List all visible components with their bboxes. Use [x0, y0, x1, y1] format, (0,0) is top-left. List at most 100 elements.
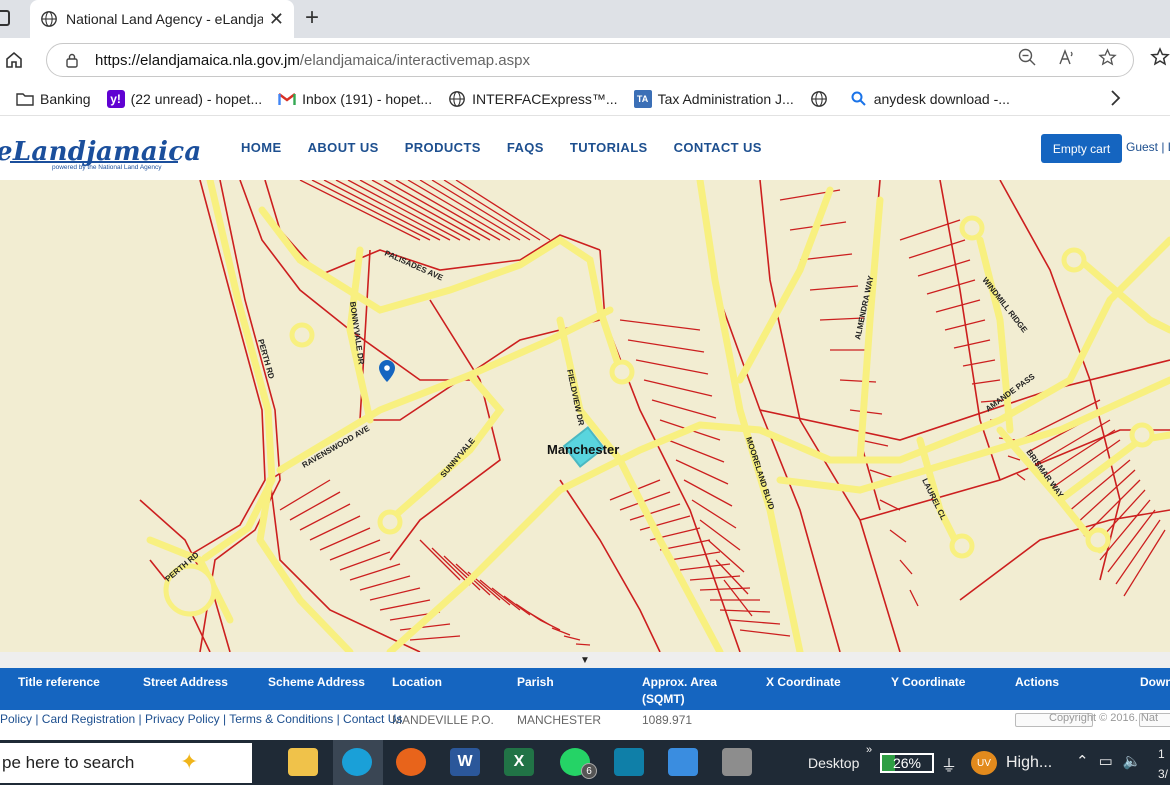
parcel-line: [953, 339, 991, 349]
edge-browser-icon[interactable]: [342, 748, 372, 776]
battery-indicator[interactable]: 26%: [880, 753, 934, 773]
bookmark-banking[interactable]: Banking: [16, 90, 91, 108]
col-scheme-address[interactable]: Scheme Address: [268, 674, 365, 691]
remote-app-icon[interactable]: [722, 748, 752, 776]
footer-links[interactable]: Policy | Card Registration | Privacy Pol…: [0, 712, 402, 726]
gmail-icon: [278, 92, 296, 105]
chevron-up-icon[interactable]: ⌃: [1076, 752, 1089, 770]
outlook-icon[interactable]: [614, 748, 644, 776]
cell-parish: MANCHESTER: [517, 713, 602, 727]
read-aloud-icon[interactable]: [1058, 48, 1076, 66]
home-icon[interactable]: [4, 50, 24, 70]
firefox-icon[interactable]: [396, 748, 426, 776]
col-parish[interactable]: Parish: [517, 674, 554, 691]
chevron-right-icon[interactable]: [1108, 88, 1122, 108]
parcel-line: [383, 180, 491, 241]
parcel-line: [739, 629, 791, 637]
pin-dot: [384, 365, 390, 371]
col-y-coordinate[interactable]: Y Coordinate: [891, 674, 965, 691]
whatsapp-badge: 6: [581, 763, 597, 779]
parcel-line: [349, 563, 401, 581]
tab-national-land-agency[interactable]: National Land Agency - eLandjam ✕: [30, 0, 294, 38]
parcel-line: [539, 619, 561, 631]
file-explorer-icon[interactable]: [288, 748, 318, 776]
empty-cart-button[interactable]: Empty cart: [1041, 134, 1122, 163]
bookmark-label: Tax Administration J...: [657, 90, 794, 107]
parcel-line: [683, 479, 733, 507]
favorite-star-icon[interactable]: [1098, 48, 1117, 67]
location-pin-icon[interactable]: [379, 360, 395, 382]
results-table-header: Title reference Street Address Scheme Ad…: [0, 668, 1170, 710]
parcel-line: [299, 180, 421, 241]
parcel-grid: [279, 180, 1166, 646]
col-location[interactable]: Location: [392, 674, 442, 691]
taskbar-search[interactable]: pe here to search ✦: [0, 743, 252, 783]
parcel-line: [962, 359, 996, 367]
clock[interactable]: 1 3/: [1158, 744, 1168, 784]
parcel-line: [809, 285, 859, 291]
user-links[interactable]: Guest | L: [1126, 140, 1170, 154]
bookmark-anydesk[interactable]: anydesk download -...: [850, 90, 1010, 108]
nav-home[interactable]: HOME: [241, 140, 282, 155]
interactive-map[interactable]: PALISADES AVE BONNYVALE DR PERTH RD RAVE…: [0, 180, 1170, 652]
nav-contact-us[interactable]: CONTACT US: [674, 140, 762, 155]
double-chevron-icon[interactable]: »: [866, 744, 872, 756]
parcel-line: [699, 519, 741, 551]
copilot-sparkle-icon[interactable]: ✦: [180, 749, 198, 775]
parcel-line: [651, 399, 717, 419]
clock-time: 1: [1158, 747, 1165, 761]
parcel-line: [908, 239, 966, 259]
parcel-line: [889, 529, 907, 543]
favorites-icon[interactable]: [1150, 47, 1170, 69]
lock-icon[interactable]: [65, 52, 79, 68]
map-canvas[interactable]: PALISADES AVE BONNYVALE DR PERTH RD RAVE…: [0, 180, 1170, 652]
results-toggle[interactable]: ▼: [0, 652, 1170, 668]
nav-products[interactable]: PRODUCTS: [405, 140, 481, 155]
parcel-line: [629, 503, 681, 521]
bookmark-interfacexpress[interactable]: INTERFACExpress™...: [448, 90, 618, 108]
search-placeholder: pe here to search: [2, 753, 135, 772]
parcel-line: [279, 479, 331, 511]
bookmark-yahoo-mail[interactable]: y! (22 unread) - hopet...: [106, 89, 262, 108]
url-bar[interactable]: https://elandjamaica.nla.gov.jm/elandjam…: [46, 43, 1134, 77]
parcel-line: [431, 547, 471, 586]
tab-actions-icon[interactable]: [0, 10, 10, 26]
desktop-label[interactable]: Desktop: [808, 755, 859, 771]
street-label-windmill: WINDMILL RIDGE: [980, 276, 1029, 335]
photos-icon[interactable]: [668, 748, 698, 776]
parcel-line: [359, 180, 471, 241]
col-actions: Actions: [1015, 675, 1060, 689]
parcel-line: [1083, 479, 1141, 537]
bookmark-gmail[interactable]: Inbox (191) - hopet...: [278, 90, 432, 108]
excel-icon[interactable]: X: [504, 748, 534, 776]
bookmark-tax-administration[interactable]: TA Tax Administration J...: [633, 89, 794, 108]
chevron-down-icon[interactable]: ▼: [580, 655, 590, 666]
network-icon[interactable]: ▭: [1099, 752, 1113, 770]
col-street-address[interactable]: Street Address: [143, 674, 228, 691]
parcel-line: [707, 539, 745, 573]
zoom-out-icon[interactable]: [1018, 48, 1036, 66]
nav-about-us[interactable]: ABOUT US: [308, 140, 379, 155]
close-tab-icon[interactable]: ✕: [269, 9, 284, 30]
clock-date: 3/: [1158, 767, 1169, 781]
cell-area: 1089.971: [642, 713, 693, 727]
col-title-reference[interactable]: Title reference: [18, 674, 100, 691]
weather-text[interactable]: High...: [1006, 754, 1052, 772]
street-label-fieldview: FIELDVIEW DR: [565, 369, 586, 427]
col-approx-area[interactable]: Approx. Area (SQMT): [642, 674, 732, 708]
parcel-line: [339, 551, 391, 571]
col-x-coordinate[interactable]: X Coordinate: [766, 674, 841, 691]
parcel-line: [899, 559, 913, 575]
weather-icon[interactable]: UV: [971, 751, 997, 775]
nav-faqs[interactable]: FAQS: [507, 140, 544, 155]
new-tab-button[interactable]: +: [305, 4, 319, 32]
globe-icon: [810, 90, 827, 107]
volume-icon[interactable]: 🔈: [1123, 752, 1142, 770]
nav-tutorials[interactable]: TUTORIALS: [570, 140, 648, 155]
parcel-line: [729, 619, 781, 625]
url-host: https://elandjamaica.nla.gov.jm: [95, 51, 300, 69]
parcel-line: [479, 579, 511, 606]
bookmark-globe[interactable]: [810, 90, 834, 108]
word-icon[interactable]: W: [450, 748, 480, 776]
parcel-line: [869, 469, 895, 479]
